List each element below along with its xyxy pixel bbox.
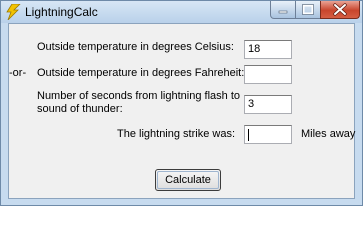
minimize-button[interactable] — [270, 1, 296, 19]
minimize-icon — [278, 10, 288, 14]
fahrenheit-input[interactable] — [244, 65, 292, 84]
or-label: -or- — [9, 67, 27, 79]
lightning-bolt-icon — [6, 4, 21, 20]
close-icon — [333, 3, 347, 16]
app-window: LightningCalc Outside temperature in deg… — [0, 0, 363, 206]
celsius-label: Outside temperature in degrees Celsius: — [37, 41, 234, 53]
result-output[interactable] — [244, 125, 292, 144]
maximize-icon — [302, 4, 314, 15]
celsius-input[interactable]: 18 — [244, 40, 292, 59]
text-caret — [248, 129, 249, 141]
result-label: The lightning strike was: — [117, 128, 235, 140]
seconds-label-line1: Number of seconds from lightning flash t… — [37, 90, 240, 102]
maximize-button[interactable] — [295, 1, 321, 19]
fahrenheit-label: Outside temperature in degrees Fahreheit… — [37, 67, 245, 79]
calculate-button-label: Calculate — [165, 174, 211, 186]
calculate-button[interactable]: Calculate — [155, 169, 221, 191]
seconds-label-line2: sound of thunder: — [37, 103, 123, 115]
seconds-input[interactable]: 3 — [244, 95, 292, 114]
window-title: LightningCalc — [25, 5, 98, 19]
title-bar[interactable]: LightningCalc — [1, 1, 362, 23]
close-button[interactable] — [320, 1, 360, 19]
form-area: Outside temperature in degrees Celsius: … — [8, 23, 355, 199]
result-units-label: Miles away — [301, 128, 356, 140]
